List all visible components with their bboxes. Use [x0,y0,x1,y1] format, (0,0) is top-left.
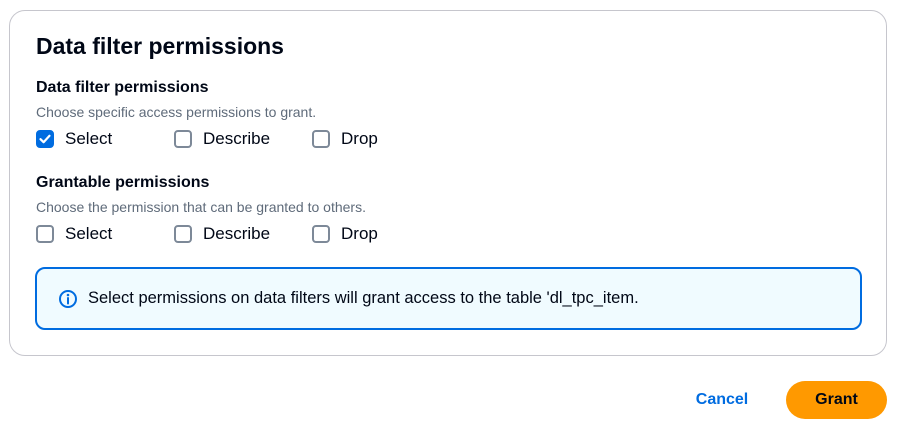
checkbox-unchecked-icon[interactable] [174,225,192,243]
grant-button[interactable]: Grant [786,381,887,419]
grantable-drop-checkbox[interactable]: Drop [312,224,378,244]
checkbox-unchecked-icon[interactable] [312,225,330,243]
info-alert: Select permissions on data filters will … [35,267,862,330]
checkbox-label: Drop [341,224,378,243]
checkbox-label: Drop [341,129,378,148]
grantable-select-checkbox[interactable]: Select [36,224,174,244]
checkbox-checked-icon[interactable] [36,130,54,148]
data-filter-permissions-description: Choose specific access permissions to gr… [36,104,317,120]
grantable-permissions-heading: Grantable permissions [36,174,210,191]
permissions-panel: Data filter permissions Data filter perm… [9,10,887,356]
data-filter-permissions-options: Select Describe Drop [36,128,378,150]
panel-title: Data filter permissions [36,33,284,59]
grantable-permissions-options: Select Describe Drop [36,223,378,245]
checkbox-label: Select [65,129,113,148]
checkbox-unchecked-icon[interactable] [312,130,330,148]
data-filter-drop-checkbox[interactable]: Drop [312,129,378,149]
cancel-button[interactable]: Cancel [680,382,764,418]
checkbox-label: Select [65,224,113,243]
grantable-permissions-description: Choose the permission that can be grante… [36,199,366,215]
checkbox-unchecked-icon[interactable] [174,130,192,148]
data-filter-permissions-heading: Data filter permissions [36,79,209,96]
data-filter-describe-checkbox[interactable]: Describe [174,129,312,149]
data-filter-select-checkbox[interactable]: Select [36,129,174,149]
grantable-describe-checkbox[interactable]: Describe [174,224,312,244]
checkbox-label: Describe [203,224,271,243]
info-alert-text: Select permissions on data filters will … [88,289,639,307]
info-icon [58,289,78,309]
checkbox-unchecked-icon[interactable] [36,225,54,243]
checkbox-label: Describe [203,129,271,148]
